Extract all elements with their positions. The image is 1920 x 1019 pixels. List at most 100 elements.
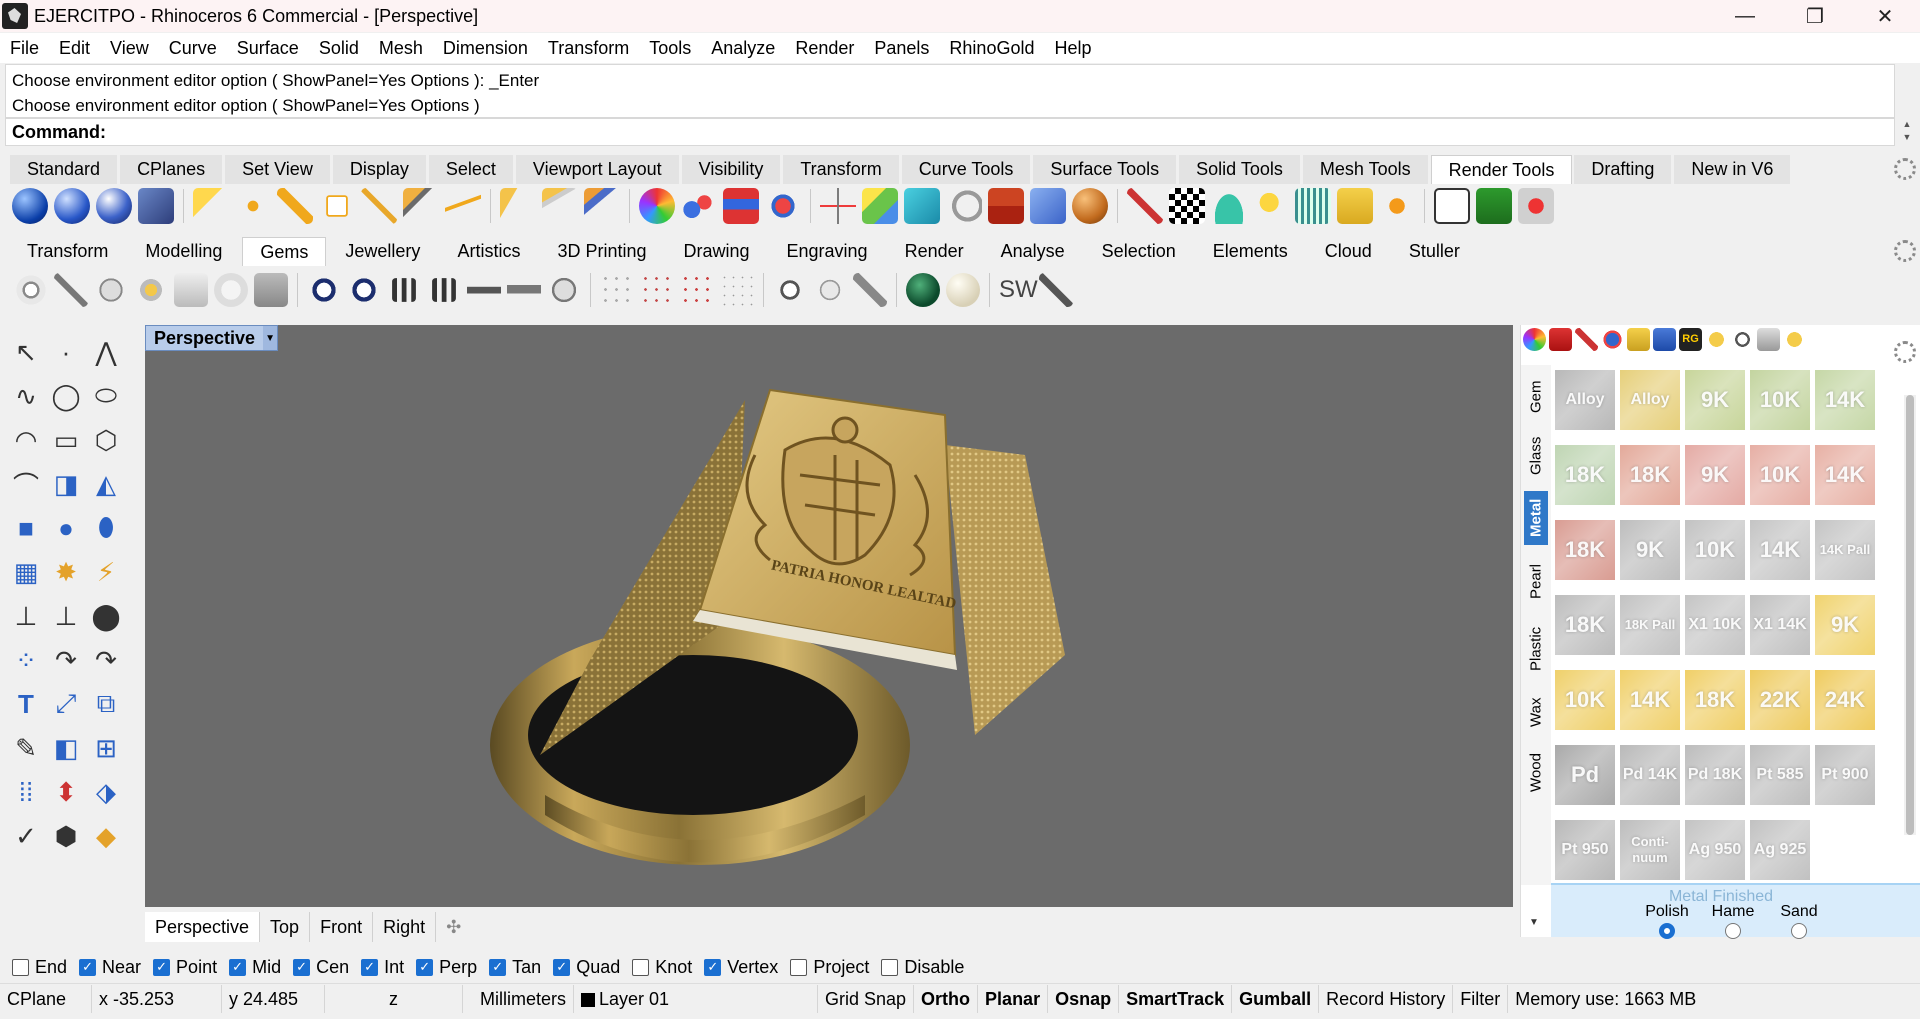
osnap-tan[interactable]: ✓ Tan	[489, 957, 541, 978]
metal-swatch[interactable]: Pd	[1555, 745, 1615, 805]
tab-cloud[interactable]: Cloud	[1308, 237, 1390, 266]
gems-on-surface-icon[interactable]	[94, 273, 128, 307]
tab-stuller[interactable]: Stuller	[1392, 237, 1478, 266]
point-icon[interactable]: ·	[46, 332, 86, 372]
spotlight-icon[interactable]	[193, 188, 229, 224]
cabochon-icon[interactable]	[906, 273, 940, 307]
finish-sand-option[interactable]: Sand	[1773, 903, 1825, 939]
menu-file[interactable]: File	[0, 33, 49, 63]
light-manager-icon[interactable]	[584, 188, 620, 224]
menu-transform[interactable]: Transform	[538, 33, 639, 63]
metal-swatch[interactable]: 18K	[1685, 670, 1745, 730]
tab-analyse[interactable]: Analyse	[984, 237, 1083, 266]
metal-swatch[interactable]: 18K Pall	[1620, 595, 1680, 655]
status-layer[interactable]: Layer 01	[574, 984, 818, 1013]
offset-icon[interactable]: ↷	[86, 640, 126, 680]
metal-swatch[interactable]: 14K	[1620, 670, 1680, 730]
tab-drafting[interactable]: Drafting	[1574, 155, 1673, 184]
metal-swatch[interactable]: Alloy	[1555, 370, 1615, 430]
sphere-icon[interactable]: ●	[46, 508, 86, 548]
scale-icon[interactable]: ⤢	[46, 684, 86, 724]
metal-swatch[interactable]: Pt 585	[1750, 745, 1810, 805]
rebuild-icon[interactable]: ↷	[46, 640, 86, 680]
split-icon[interactable]: ⚡	[86, 552, 126, 592]
tools-icon[interactable]	[1575, 327, 1598, 351]
menu-help[interactable]: Help	[1044, 33, 1101, 63]
mirror-icon[interactable]: ⬍	[46, 772, 86, 812]
gem-report-icon[interactable]	[174, 273, 208, 307]
osnap-mid[interactable]: ✓ Mid	[229, 957, 281, 978]
menu-tools[interactable]: Tools	[639, 33, 701, 63]
array-icon[interactable]: ⁞⁞	[6, 772, 46, 812]
tab-curve-tools[interactable]: Curve Tools	[901, 155, 1032, 184]
bezel-icon[interactable]	[507, 273, 541, 307]
gem-placeholder-icon[interactable]	[214, 273, 248, 307]
close-button[interactable]: ✕	[1850, 0, 1920, 32]
rectangle-icon[interactable]: ▭	[46, 420, 86, 460]
category-tab-pearl[interactable]: Pearl	[1524, 555, 1548, 607]
search-material-icon[interactable]	[1253, 188, 1289, 224]
frame-icon[interactable]	[1434, 188, 1470, 224]
explode-icon[interactable]: ✸	[46, 552, 86, 592]
gem-icon[interactable]	[14, 273, 48, 307]
check-icon[interactable]: ✓	[6, 816, 46, 856]
point-cloud-icon[interactable]: ⁘	[6, 640, 46, 680]
metal-swatch[interactable]: X1 10K	[1685, 595, 1745, 655]
trash-icon[interactable]	[1757, 327, 1780, 351]
tab-selection[interactable]: Selection	[1085, 237, 1194, 266]
status-toggle-osnap[interactable]: Osnap	[1048, 984, 1120, 1013]
render-solid-icon[interactable]: ◆	[86, 816, 126, 856]
metal-swatch[interactable]: 9K	[1685, 370, 1745, 430]
render-settings-icon[interactable]	[988, 188, 1024, 224]
finish-polish-radio[interactable]	[1659, 923, 1675, 939]
osnap-checkbox[interactable]: ✓	[416, 958, 434, 976]
panel-scroll-down-icon[interactable]: ▼	[1529, 917, 1539, 928]
gem-align-icon[interactable]	[853, 273, 887, 307]
decal-icon[interactable]	[765, 188, 801, 224]
menu-edit[interactable]: Edit	[49, 33, 100, 63]
category-tab-glass[interactable]: Glass	[1524, 429, 1548, 483]
fillet-curve-icon[interactable]: ⌒	[6, 464, 46, 504]
metal-swatch[interactable]: Pt 950	[1555, 820, 1615, 880]
rhinogold-icon[interactable]: RG	[1679, 327, 1702, 351]
point-light-icon[interactable]	[235, 188, 271, 224]
solid-edit-icon[interactable]: ◧	[46, 728, 86, 768]
metal-swatch[interactable]: 14K	[1815, 370, 1875, 430]
menu-surface[interactable]: Surface	[227, 33, 309, 63]
tab-select[interactable]: Select	[428, 155, 514, 184]
properties-icon[interactable]: ✎	[6, 728, 46, 768]
add-viewport-tab-icon[interactable]: ✣	[436, 912, 471, 942]
gem-seat-icon[interactable]	[813, 273, 847, 307]
gem-distribute-icon[interactable]	[720, 273, 754, 307]
ground-grid-icon[interactable]	[1295, 188, 1331, 224]
folder-icon[interactable]	[1627, 327, 1650, 351]
category-tab-gem[interactable]: Gem	[1524, 375, 1548, 419]
polyline-icon[interactable]: ⋀	[86, 332, 126, 372]
render-sphere-icon[interactable]	[12, 188, 48, 224]
status-units[interactable]: Millimeters	[463, 984, 574, 1013]
light-target-icon[interactable]	[542, 188, 578, 224]
osnap-checkbox[interactable]	[790, 958, 808, 976]
rhinogold-settings-gear-icon[interactable]	[1894, 240, 1916, 262]
sun-settings-icon[interactable]	[1379, 188, 1415, 224]
tab-new-in-v6[interactable]: New in V6	[1674, 155, 1792, 184]
render-preview-icon[interactable]	[54, 188, 90, 224]
metal-swatch[interactable]: 18K	[1555, 445, 1615, 505]
metal-swatch[interactable]: Ag 950	[1685, 820, 1745, 880]
tab-mesh-tools[interactable]: Mesh Tools	[1302, 155, 1429, 184]
cylinder-icon[interactable]: ⬮	[86, 508, 126, 548]
layers-icon[interactable]	[1549, 327, 1572, 351]
metal-swatch[interactable]: 24K	[1815, 670, 1875, 730]
osnap-checkbox[interactable]: ✓	[704, 958, 722, 976]
category-tab-plastic[interactable]: Plastic	[1524, 619, 1548, 679]
status-toggle-record-history[interactable]: Record History	[1319, 984, 1454, 1013]
osnap-int[interactable]: ✓ Int	[361, 957, 404, 978]
osnap-cen[interactable]: ✓ Cen	[293, 957, 349, 978]
tab-rg-render[interactable]: Render	[888, 237, 982, 266]
command-scroll-buttons[interactable]: ▲ ▼	[1896, 118, 1918, 146]
gem-flip-icon[interactable]	[773, 273, 807, 307]
box-icon[interactable]: ■	[6, 508, 46, 548]
menu-render[interactable]: Render	[785, 33, 864, 63]
osnap-perp[interactable]: ✓ Perp	[416, 957, 477, 978]
minimize-button[interactable]: —	[1710, 0, 1780, 32]
